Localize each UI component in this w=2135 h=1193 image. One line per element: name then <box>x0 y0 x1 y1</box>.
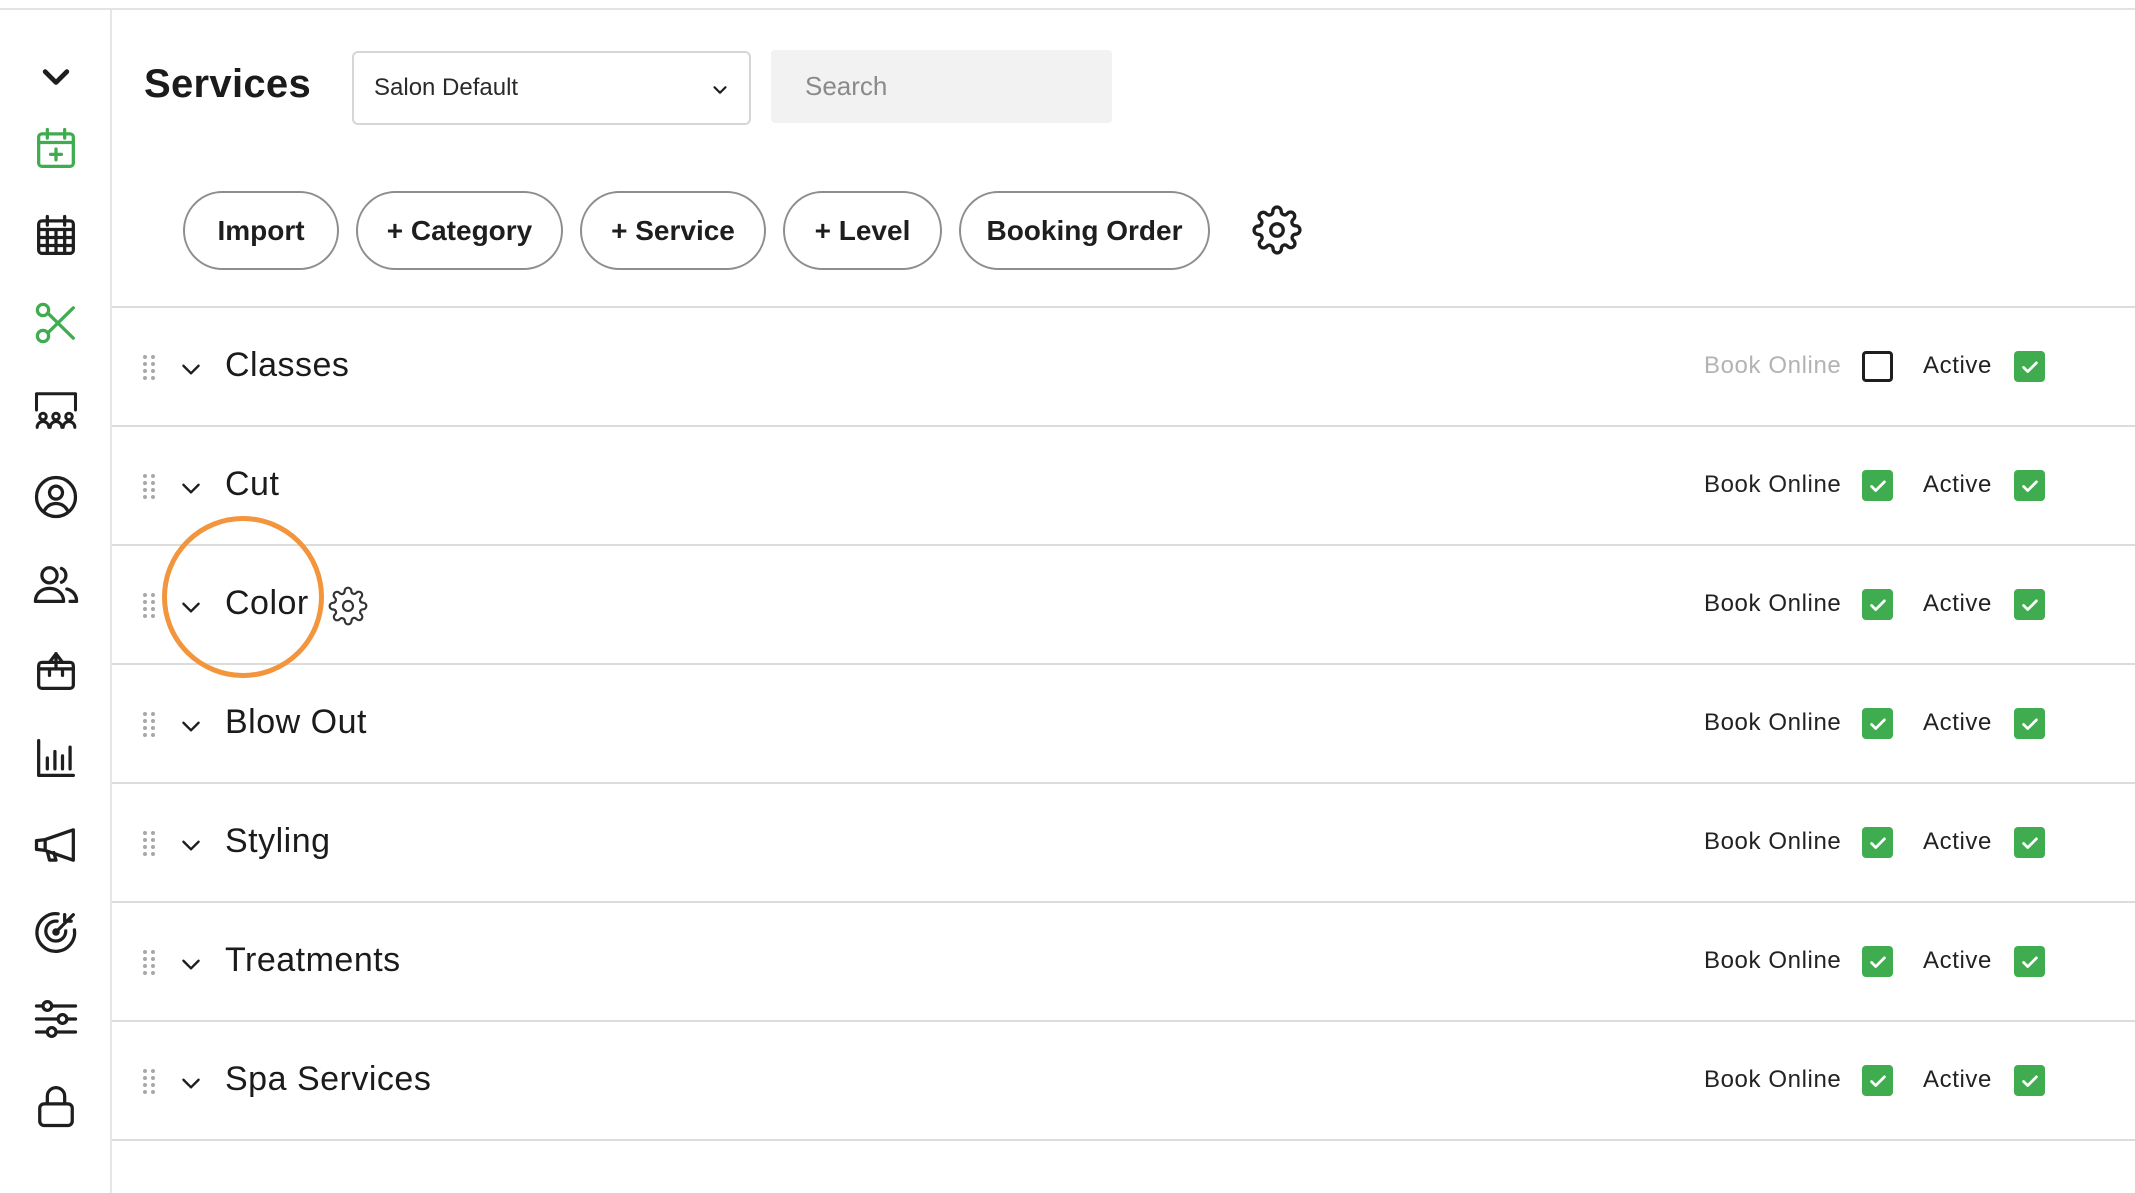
active-checkbox[interactable] <box>2014 708 2045 739</box>
category-settings-gear-icon[interactable] <box>328 586 368 626</box>
chevron-down-icon[interactable] <box>178 832 204 858</box>
drag-handle-icon[interactable] <box>142 829 156 857</box>
scissors-icon[interactable] <box>26 293 86 353</box>
active-label: Active <box>1923 709 1992 736</box>
search-input[interactable] <box>771 50 1112 123</box>
chevron-down-icon[interactable] <box>178 1070 204 1096</box>
checkmark-icon <box>2014 470 2045 501</box>
category-name: Classes <box>225 346 350 384</box>
book-online-checkbox[interactable] <box>1862 827 1893 858</box>
team-board-icon[interactable] <box>26 380 86 440</box>
category-name: Treatments <box>225 941 401 979</box>
chevron-down-icon[interactable] <box>178 356 204 382</box>
checkmark-icon <box>2014 946 2045 977</box>
checkmark-icon <box>1862 827 1893 858</box>
active-checkbox[interactable] <box>2014 946 2045 977</box>
salon-select[interactable]: Salon Default <box>352 51 751 125</box>
book-online-label: Book Online <box>1704 352 1842 379</box>
book-online-checkbox[interactable] <box>1862 1065 1893 1096</box>
category-name: Styling <box>225 822 331 860</box>
active-checkbox[interactable] <box>2014 351 2045 382</box>
checkmark-icon <box>2014 351 2045 382</box>
drag-handle-icon[interactable] <box>142 353 156 381</box>
chevron-down-icon[interactable] <box>178 475 204 501</box>
drag-handle-icon[interactable] <box>142 591 156 619</box>
category-name: Cut <box>225 465 280 503</box>
drag-handle-icon[interactable] <box>142 1067 156 1095</box>
active-label: Active <box>1923 590 1992 617</box>
chevron-down-icon <box>713 86 727 94</box>
add-category-button[interactable]: + Category <box>356 191 563 270</box>
checkmark-icon <box>1862 946 1893 977</box>
calendar-grid-icon[interactable] <box>26 206 86 266</box>
settings-gear-icon[interactable] <box>1252 205 1302 255</box>
active-checkbox[interactable] <box>2014 589 2045 620</box>
checkmark-icon <box>2014 1065 2045 1096</box>
add-service-button[interactable]: + Service <box>580 191 766 270</box>
book-online-checkbox[interactable] <box>1862 708 1893 739</box>
checkmark-icon <box>1862 589 1893 620</box>
import-button[interactable]: Import <box>183 191 339 270</box>
category-row[interactable]: Styling Book Online Active <box>112 784 2135 903</box>
book-online-label: Book Online <box>1704 471 1842 498</box>
book-online-label: Book Online <box>1704 947 1842 974</box>
category-row[interactable]: Cut Book Online Active <box>112 427 2135 546</box>
sidebar <box>0 10 112 1193</box>
checkmark-icon <box>2014 708 2045 739</box>
category-name: Spa Services <box>225 1060 432 1098</box>
checkmark-icon <box>1862 708 1893 739</box>
salon-select-value: Salon Default <box>374 74 519 101</box>
target-icon[interactable] <box>26 902 86 962</box>
book-online-label: Book Online <box>1704 709 1842 736</box>
megaphone-icon[interactable] <box>26 815 86 875</box>
calendar-add-icon[interactable] <box>26 119 86 179</box>
app-root: Services Salon Default Import + Category… <box>0 0 2135 1193</box>
drag-handle-icon[interactable] <box>142 710 156 738</box>
category-row[interactable]: Color Book Online Active <box>112 546 2135 665</box>
users-icon[interactable] <box>26 554 86 614</box>
product-box-icon[interactable] <box>26 641 86 701</box>
active-checkbox[interactable] <box>2014 1065 2045 1096</box>
active-label: Active <box>1923 1066 1992 1093</box>
chevron-down-icon[interactable] <box>26 46 86 106</box>
unchecked-box-icon <box>1862 351 1893 382</box>
category-row[interactable]: Classes Book Online Active <box>112 308 2135 427</box>
book-online-label: Book Online <box>1704 828 1842 855</box>
page-title: Services <box>144 62 311 106</box>
category-row[interactable]: Blow Out Book Online Active <box>112 665 2135 784</box>
top-divider <box>0 8 2135 10</box>
checkmark-icon <box>1862 1065 1893 1096</box>
add-level-button[interactable]: + Level <box>783 191 942 270</box>
bar-chart-icon[interactable] <box>26 728 86 788</box>
active-label: Active <box>1923 471 1992 498</box>
chevron-down-icon[interactable] <box>178 713 204 739</box>
checkmark-icon <box>2014 827 2045 858</box>
chevron-down-icon[interactable] <box>178 951 204 977</box>
book-online-label: Book Online <box>1704 590 1842 617</box>
category-row[interactable]: Spa Services Book Online Active <box>112 1022 2135 1141</box>
active-label: Active <box>1923 352 1992 379</box>
category-row[interactable]: Treatments Book Online Active <box>112 903 2135 1022</box>
book-online-label: Book Online <box>1704 1066 1842 1093</box>
active-checkbox[interactable] <box>2014 827 2045 858</box>
book-online-checkbox[interactable] <box>1862 946 1893 977</box>
book-online-checkbox[interactable] <box>1862 589 1893 620</box>
checkmark-icon <box>2014 589 2045 620</box>
category-name: Color <box>225 584 309 622</box>
drag-handle-icon[interactable] <box>142 472 156 500</box>
active-label: Active <box>1923 828 1992 855</box>
lock-icon[interactable] <box>26 1076 86 1136</box>
active-label: Active <box>1923 947 1992 974</box>
user-circle-icon[interactable] <box>26 467 86 527</box>
checkmark-icon <box>1862 470 1893 501</box>
active-checkbox[interactable] <box>2014 470 2045 501</box>
drag-handle-icon[interactable] <box>142 948 156 976</box>
category-name: Blow Out <box>225 703 367 741</box>
book-online-checkbox[interactable] <box>1862 470 1893 501</box>
sliders-icon[interactable] <box>26 989 86 1049</box>
booking-order-button[interactable]: Booking Order <box>959 191 1210 270</box>
book-online-checkbox[interactable] <box>1862 351 1893 382</box>
chevron-down-icon[interactable] <box>178 594 204 620</box>
